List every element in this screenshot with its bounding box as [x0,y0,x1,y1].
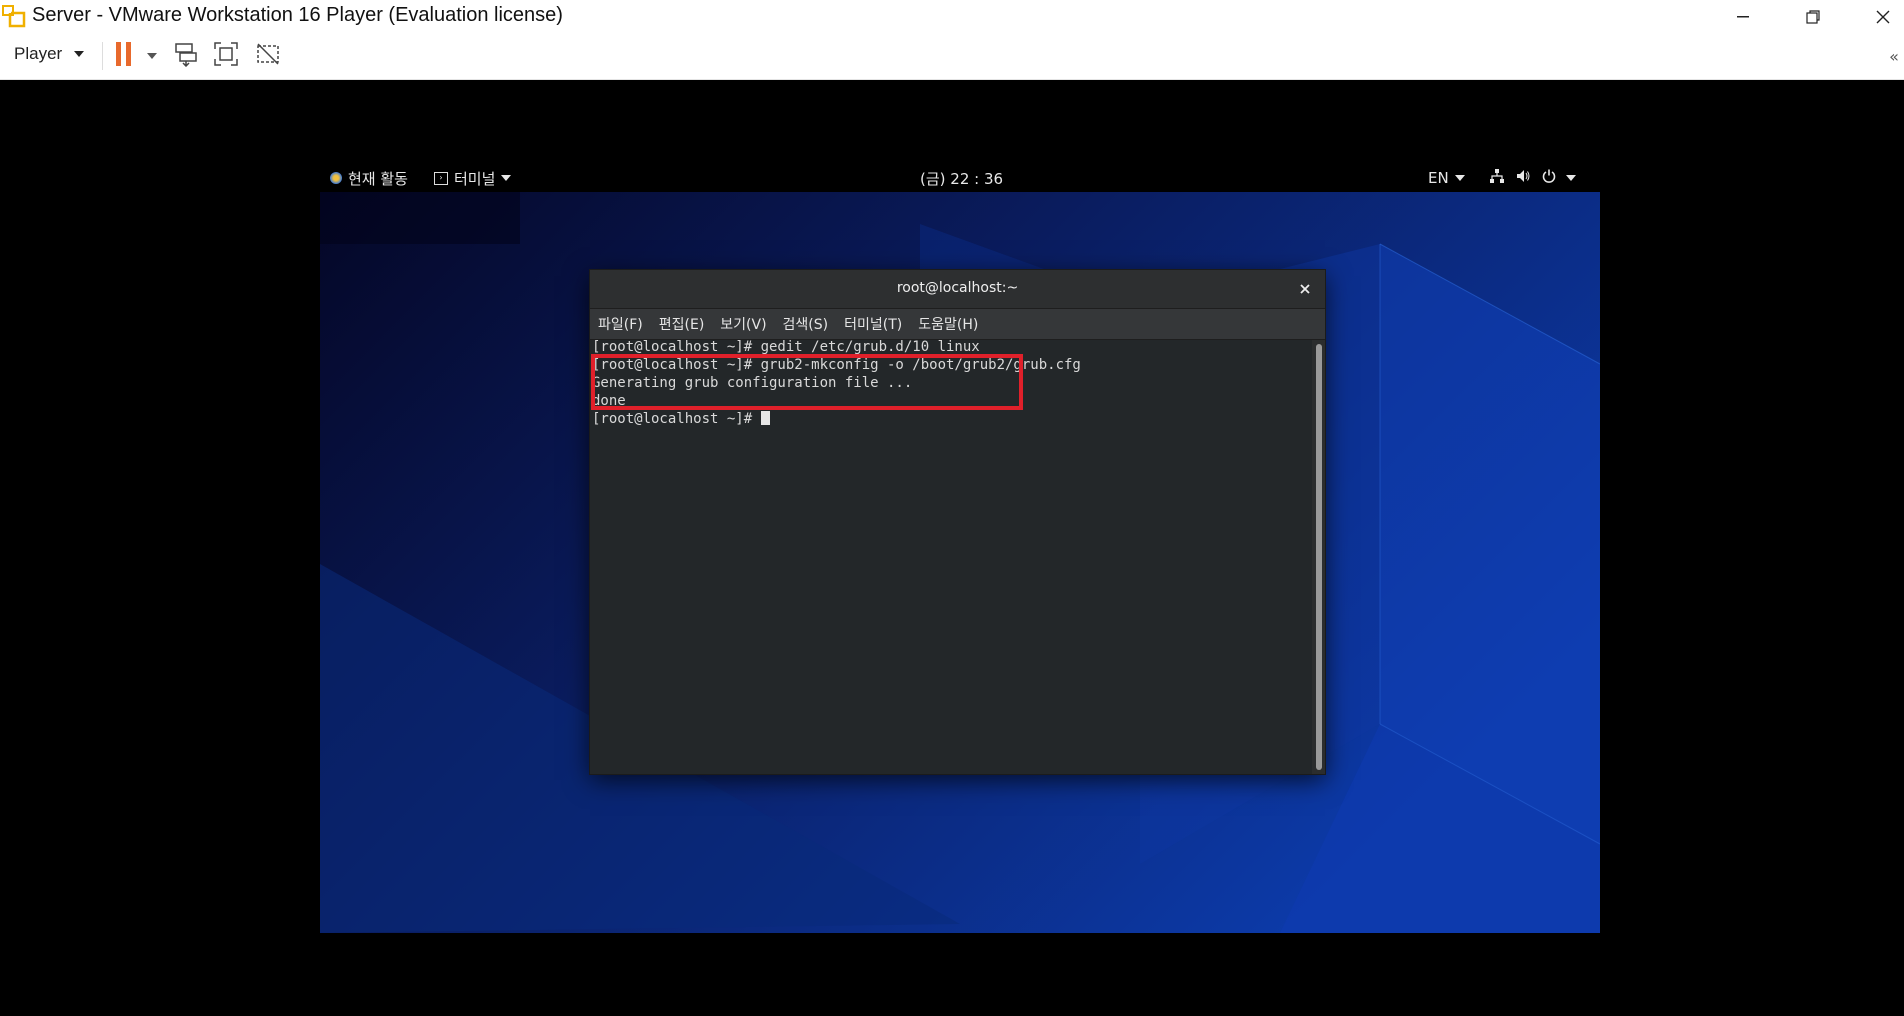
collapse-icon: « [1889,46,1899,66]
clock-label: (금) 22 : 36 [920,169,1004,188]
activities-button[interactable]: 현재 활동 [330,164,408,192]
close-button[interactable] [1848,0,1904,34]
app-menu-button[interactable]: › 터미널 [434,164,512,192]
terminal-scrollbar[interactable] [1316,344,1322,770]
text-cursor [760,411,770,425]
clock-button[interactable]: (금) 22 : 36 [920,164,1003,192]
pause-dropdown-button[interactable] [144,50,160,62]
fullscreen-button[interactable] [212,42,240,70]
minimize-button[interactable] [1708,0,1778,34]
volume-icon [1516,169,1530,187]
input-method-label: EN [1428,169,1449,187]
menu-search[interactable]: 검색(S) [783,314,829,334]
network-icon [1490,169,1504,187]
terminal-window[interactable]: root@localhost:~ 파일(F) 편집(E) 보기(V) 검색(S)… [590,270,1325,774]
input-method-button[interactable]: EN [1428,164,1465,192]
fullscreen-icon [213,41,239,71]
terminal-menu-bar: 파일(F) 편집(E) 보기(V) 검색(S) 터미널(T) 도움말(H) [590,309,1325,340]
guest-desktop[interactable]: 현재 활동 › 터미널 (금) 22 : 36 EN root@localhos… [320,164,1600,933]
vmware-toolbar: Player « [0,34,1904,80]
chevron-down-icon [1454,175,1465,181]
highlight-annotation-box [591,354,1023,410]
menu-view[interactable]: 보기(V) [720,314,766,334]
send-keys-icon [173,41,199,71]
vmware-app-icon [2,5,28,29]
menu-file[interactable]: 파일(F) [598,314,643,334]
chevron-down-icon [501,175,512,181]
window-title-bar: Server - VMware Workstation 16 Player (E… [0,0,1904,34]
system-menu-button[interactable] [1490,164,1576,192]
terminal-icon: › [434,171,448,185]
app-menu-label: 터미널 [454,169,496,188]
terminal-header-bar[interactable]: root@localhost:~ [590,270,1325,309]
send-ctrl-alt-del-button[interactable] [172,42,200,70]
menu-edit[interactable]: 편집(E) [659,314,705,334]
activities-icon [330,172,342,184]
collapse-toolbar-button[interactable]: « [1884,44,1904,68]
terminal-title: root@localhost:~ [896,280,1019,296]
gnome-top-bar: 현재 활동 › 터미널 (금) 22 : 36 EN [320,164,1600,192]
chevron-down-icon [147,53,157,59]
menu-help[interactable]: 도움말(H) [918,314,978,334]
close-icon [1295,284,1315,303]
terminal-prompt: [root@localhost ~]# [592,411,761,427]
chevron-down-icon [74,51,85,57]
chevron-down-icon [1566,175,1576,181]
terminal-close-button[interactable] [1295,279,1315,299]
unity-button[interactable] [254,42,282,70]
pause-button[interactable] [112,42,136,70]
restore-button[interactable] [1778,0,1848,34]
unity-icon [255,41,281,71]
pause-icon [114,41,134,71]
window-title: Server - VMware Workstation 16 Player (E… [32,4,563,26]
toolbar-divider [102,42,103,70]
terminal-prompt-line: [root@localhost ~]# [592,410,770,428]
player-menu-button[interactable]: Player [14,44,85,64]
player-menu-label: Player [14,44,63,63]
menu-terminal[interactable]: 터미널(T) [844,314,902,334]
power-icon [1542,169,1556,187]
activities-label: 현재 활동 [348,169,408,188]
